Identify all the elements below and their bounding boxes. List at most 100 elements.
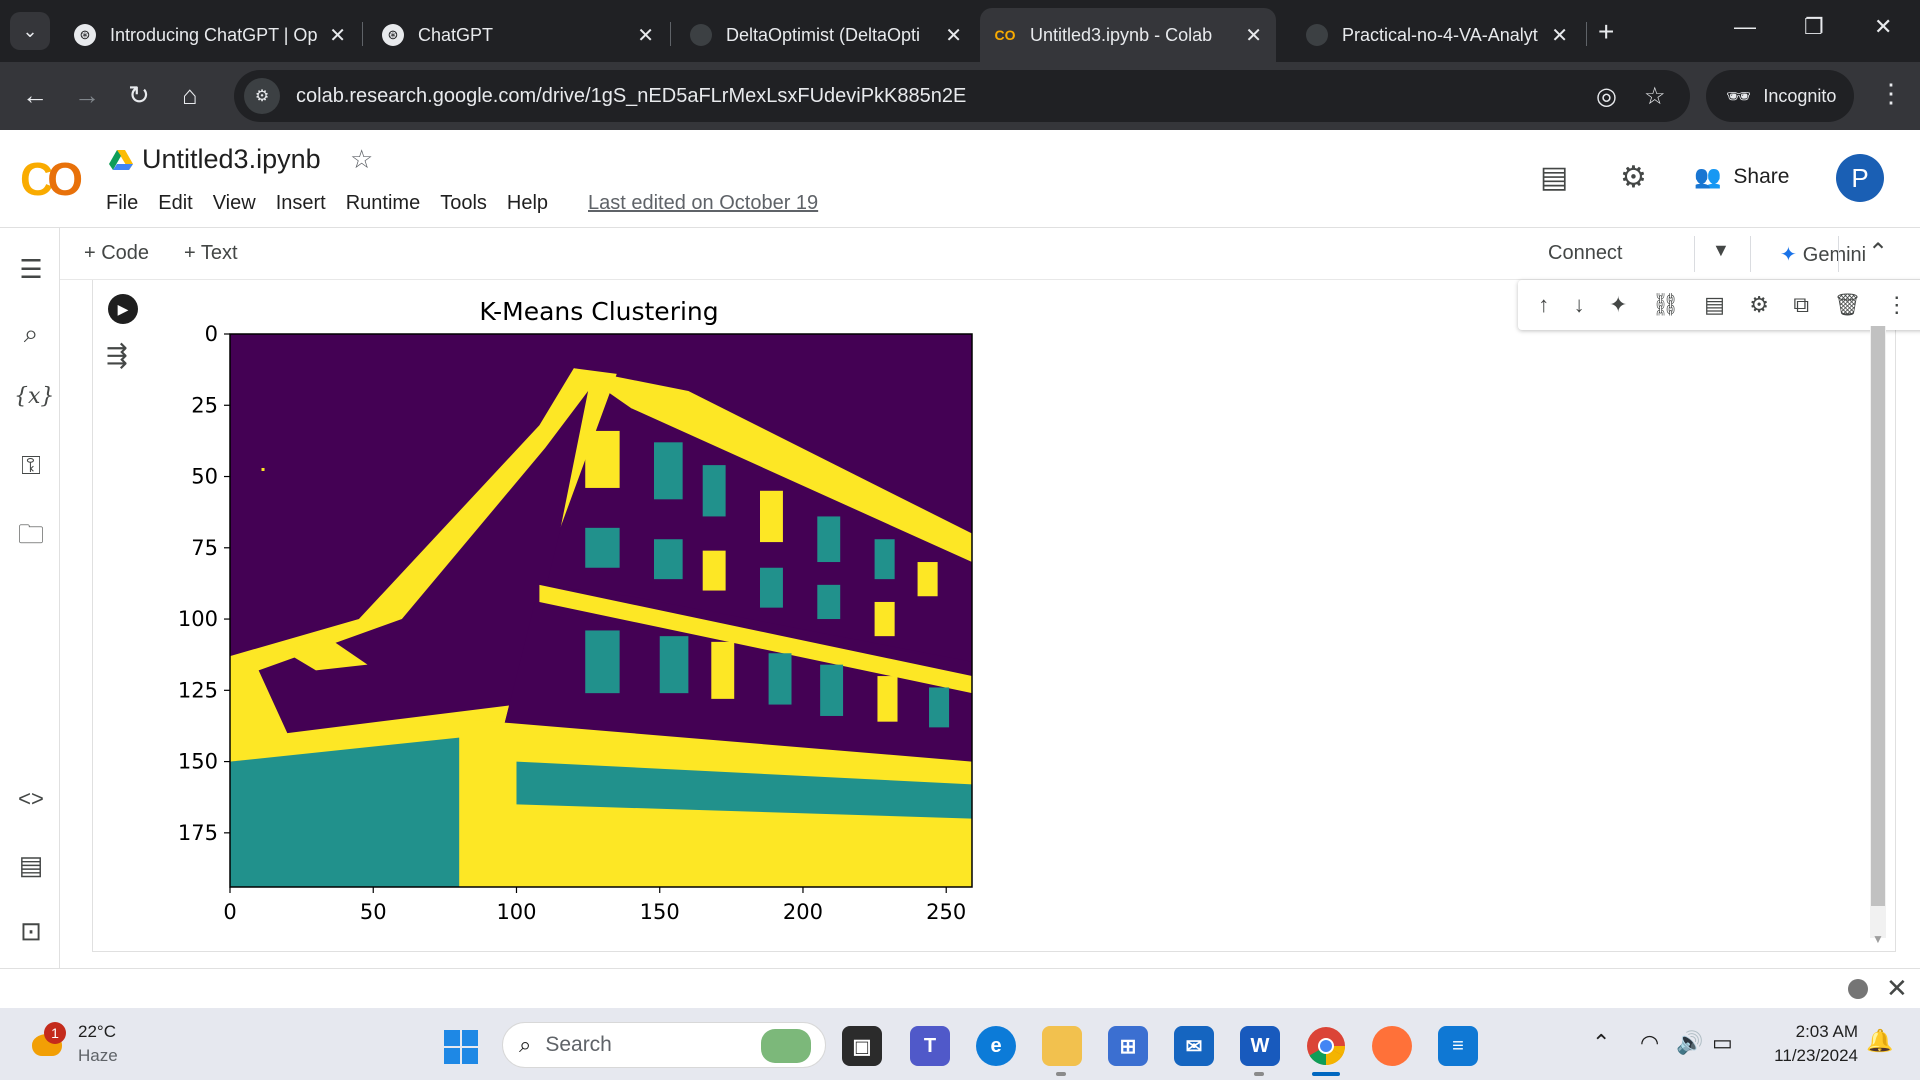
- menu-view[interactable]: View: [213, 192, 256, 215]
- comment-icon[interactable]: ▤: [1540, 160, 1568, 195]
- link-icon[interactable]: ⛓: [1652, 292, 1680, 318]
- close-tab-icon[interactable]: ✕: [637, 23, 654, 48]
- cluster-window-block: [874, 539, 895, 580]
- terminal-icon[interactable]: ⊡: [14, 916, 48, 947]
- settings-gear-icon[interactable]: ⚙: [1749, 292, 1769, 318]
- colab-logo[interactable]: CO: [20, 152, 83, 206]
- move-down-icon[interactable]: ↓: [1574, 292, 1585, 318]
- secrets-key-icon[interactable]: ⚿: [14, 450, 48, 482]
- new-tab-icon[interactable]: +: [1598, 16, 1614, 48]
- browser-tab-strip: ⌄ ⊛ Introducing ChatGPT | Op ✕ ⊛ ChatGPT…: [0, 0, 1920, 62]
- window-close-icon[interactable]: ✕: [1874, 14, 1892, 40]
- search-icon[interactable]: ⌕: [14, 318, 48, 350]
- incognito-indicator[interactable]: 🕶 Incognito: [1706, 70, 1854, 122]
- file-explorer-icon[interactable]: [1042, 1026, 1082, 1066]
- notebook-title[interactable]: Untitled3.ipynb: [142, 144, 321, 175]
- gemini-button[interactable]: ✦ Gemini: [1780, 242, 1866, 267]
- chevron-up-icon[interactable]: ⌃: [1592, 1030, 1610, 1056]
- system-clock[interactable]: 2:03 AM 11/23/2024: [1758, 1020, 1858, 1068]
- mirror-cell-icon[interactable]: ⧉: [1793, 292, 1809, 318]
- home-icon[interactable]: ⌂: [182, 80, 198, 111]
- eye-off-icon[interactable]: ◎: [1596, 82, 1617, 111]
- firefox-icon[interactable]: [1372, 1026, 1412, 1066]
- browser-tab-1[interactable]: ⊛ Introducing ChatGPT | Op ✕: [60, 8, 360, 62]
- share-button[interactable]: 👥 Share: [1694, 164, 1789, 190]
- cluster-window-block: [702, 465, 726, 517]
- menu-runtime[interactable]: Runtime: [346, 192, 420, 215]
- forward-arrow-icon[interactable]: →: [74, 80, 100, 111]
- chrome-icon[interactable]: [1306, 1026, 1346, 1066]
- menu-edit[interactable]: Edit: [158, 192, 192, 215]
- browser-tab-5[interactable]: Practical-no-4-VA-Analyt ✕: [1292, 8, 1582, 62]
- close-tab-icon[interactable]: ✕: [329, 23, 346, 48]
- browser-tab-2[interactable]: ⊛ ChatGPT ✕: [368, 8, 668, 62]
- reload-icon[interactable]: ↻: [128, 80, 150, 111]
- scroll-down-arrow-icon[interactable]: ▼: [1872, 932, 1884, 946]
- close-tab-icon[interactable]: ✕: [945, 23, 962, 48]
- menu-tools[interactable]: Tools: [440, 192, 487, 215]
- back-arrow-icon[interactable]: ←: [22, 80, 48, 111]
- edge-browser-icon[interactable]: e: [976, 1026, 1016, 1066]
- cluster-window-block: [929, 687, 950, 728]
- site-info-icon[interactable]: ⚙: [244, 78, 280, 114]
- microsoft-store-icon[interactable]: ⊞: [1108, 1026, 1148, 1066]
- browser-tab-3[interactable]: DeltaOptimist (DeltaOpti ✕: [676, 8, 976, 62]
- connect-button[interactable]: Connect: [1548, 242, 1623, 265]
- windows-start-icon[interactable]: [444, 1030, 478, 1064]
- runtime-status-indicator[interactable]: [1848, 979, 1868, 999]
- variables-icon[interactable]: {x}: [14, 384, 54, 409]
- weather-widget[interactable]: 1 22°C Haze: [28, 1020, 118, 1068]
- minimize-icon[interactable]: —: [1734, 14, 1756, 40]
- menu-insert[interactable]: Insert: [276, 192, 326, 215]
- windows-taskbar: 1 22°C Haze ⌕ Search ▣ T e ⊞ ✉ W ≡ ⌃ ◠ 🔊…: [0, 1008, 1920, 1080]
- tab-title: DeltaOptimist (DeltaOpti: [726, 24, 921, 45]
- delete-icon[interactable]: 🗑: [1833, 292, 1861, 318]
- table-of-contents-icon[interactable]: ☰: [14, 254, 48, 285]
- browser-menu-icon[interactable]: ⋮: [1878, 78, 1904, 109]
- x-tick-label: 150: [640, 900, 680, 924]
- last-edited-link[interactable]: Last edited on October 19: [588, 192, 818, 215]
- cluster-image: [230, 334, 972, 887]
- close-icon[interactable]: ✕: [1886, 973, 1908, 1004]
- command-palette-icon[interactable]: ▤: [14, 850, 48, 881]
- mail-icon[interactable]: ✉: [1174, 1026, 1214, 1066]
- star-icon[interactable]: ☆: [350, 144, 373, 175]
- teams-icon[interactable]: T: [910, 1026, 950, 1066]
- wifi-icon[interactable]: ◠: [1640, 1030, 1659, 1056]
- caret-down-icon[interactable]: ▼: [1712, 240, 1730, 261]
- gemini-spark-icon[interactable]: ✦: [1609, 292, 1627, 318]
- output-actions-icon[interactable]: ⇶: [106, 340, 128, 371]
- url-text[interactable]: colab.research.google.com/drive/1gS_nED5…: [296, 85, 966, 108]
- word-icon[interactable]: W: [1240, 1026, 1280, 1066]
- weather-temperature: 22°C: [78, 1022, 116, 1041]
- browser-tab-4-active[interactable]: CO Untitled3.ipynb - Colab ✕: [980, 8, 1276, 62]
- notepad-icon[interactable]: ≡: [1438, 1026, 1478, 1066]
- move-up-icon[interactable]: ↑: [1538, 292, 1549, 318]
- avatar[interactable]: P: [1836, 154, 1884, 202]
- menu-file[interactable]: File: [106, 192, 138, 215]
- tab-search-button[interactable]: ⌄: [10, 12, 50, 50]
- output-scrollbar-thumb[interactable]: [1871, 326, 1885, 906]
- code-snippets-icon[interactable]: <>: [14, 786, 48, 812]
- omnibox[interactable]: ⚙ colab.research.google.com/drive/1gS_nE…: [234, 70, 1690, 122]
- clock-time: 2:03 AM: [1795, 1022, 1858, 1041]
- bookmark-star-icon[interactable]: ☆: [1644, 82, 1666, 111]
- more-options-icon[interactable]: ⋮: [1886, 292, 1908, 318]
- close-tab-icon[interactable]: ✕: [1245, 23, 1262, 48]
- battery-icon[interactable]: ▭: [1712, 1030, 1733, 1056]
- notification-bell-icon[interactable]: 🔔: [1866, 1028, 1893, 1054]
- run-cell-button[interactable]: ▶: [108, 294, 138, 324]
- colab-header: CO Untitled3.ipynb ☆ File Edit View Inse…: [0, 130, 1920, 228]
- add-code-button[interactable]: + Code: [84, 242, 149, 265]
- folder-icon[interactable]: 🗀: [14, 516, 48, 560]
- close-tab-icon[interactable]: ✕: [1551, 23, 1568, 48]
- volume-icon[interactable]: 🔊: [1676, 1030, 1703, 1056]
- restore-icon[interactable]: ❐: [1804, 14, 1824, 40]
- chevron-up-icon[interactable]: ⌃: [1868, 238, 1888, 267]
- add-text-button[interactable]: + Text: [184, 242, 238, 265]
- menu-help[interactable]: Help: [507, 192, 548, 215]
- taskbar-search[interactable]: ⌕ Search: [502, 1022, 826, 1068]
- comment-icon[interactable]: ▤: [1704, 292, 1725, 318]
- task-view-icon[interactable]: ▣: [842, 1026, 882, 1066]
- settings-gear-icon[interactable]: ⚙: [1620, 160, 1647, 195]
